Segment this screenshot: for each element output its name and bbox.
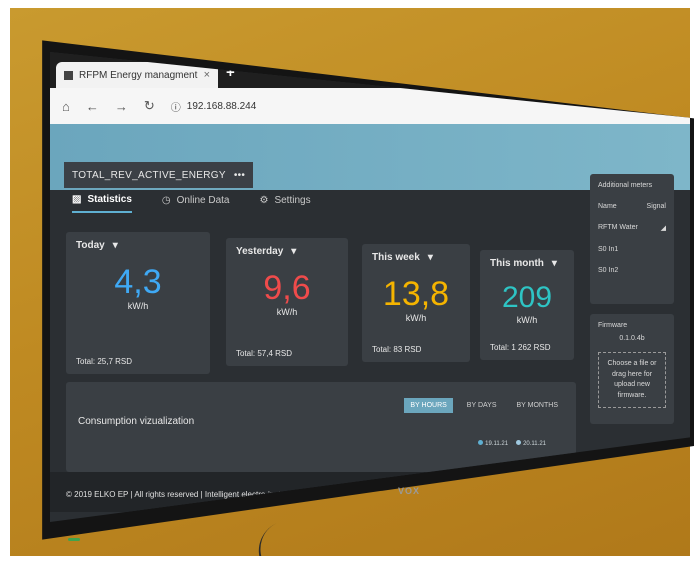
chevron-down-icon: ▾ <box>427 252 433 263</box>
card-unit: kW/h <box>127 301 149 311</box>
power-led <box>68 538 80 541</box>
card-unit: kW/h <box>516 315 538 325</box>
card-period-selector[interactable]: Today ▾ <box>76 240 200 251</box>
card-yesterday: Yesterday ▾ 9,6 kW/h Total: 57,4 RSD <box>226 238 348 366</box>
tab-statistics[interactable]: ▨ Statistics <box>72 194 132 213</box>
chevron-down-icon: ▾ <box>291 246 297 257</box>
card-period-selector[interactable]: This week ▾ <box>372 252 460 263</box>
panel-title: Firmware <box>598 322 628 329</box>
gear-icon: ⚙ <box>259 195 269 206</box>
viz-legend: 19.11.21 20.11.21 <box>478 440 546 447</box>
by-months-button[interactable]: BY MONTHS <box>511 398 565 413</box>
legend-label: 20.11.21 <box>523 441 546 447</box>
tab-online-data[interactable]: ◷ Online Data <box>162 194 230 213</box>
signal-icon: ◢ <box>660 225 666 232</box>
favicon-icon <box>64 70 73 80</box>
address-bar[interactable]: ⓘ 192.168.88.244 <box>171 99 257 114</box>
firmware-version: 0.1.0.4b <box>619 335 645 342</box>
card-total: Total: 1 262 RSD <box>490 343 551 352</box>
legend-item[interactable]: 19.11.21 <box>478 440 508 447</box>
card-value: 9,6 <box>263 269 311 307</box>
home-icon[interactable]: ⌂ <box>62 99 70 114</box>
card-value: 4,3 <box>114 263 162 301</box>
firmware-panel: Firmware 0.1.0.4b Choose a file or drag … <box>590 314 674 424</box>
meter-row[interactable]: RFTM Water ◢ <box>598 224 666 232</box>
legend-label: 19.11.21 <box>485 441 509 447</box>
card-total: Total: 25,7 RSD <box>76 357 133 366</box>
consumption-visualization: Consumption vizualization BY HOURS BY DA… <box>66 382 576 472</box>
legend-dot <box>516 440 522 445</box>
chart-icon: ▨ <box>72 194 82 205</box>
timer-icon: ◷ <box>161 195 171 206</box>
tv-cable <box>248 523 294 556</box>
card-total: Total: 83 RSD <box>372 345 422 354</box>
card-period-label: This month <box>490 258 544 269</box>
firmware-drop-zone[interactable]: Choose a file or drag here for upload ne… <box>598 352 666 408</box>
meter-row[interactable]: S0 In1 <box>598 246 666 253</box>
card-value: 209 <box>501 281 553 314</box>
main-nav: ▨ Statistics ◷ Online Data ⚙ Settings <box>72 194 311 213</box>
col-name: Name <box>598 203 617 210</box>
meter-name: RFTM Water <box>598 224 638 231</box>
info-icon: ⓘ <box>170 102 181 114</box>
chevron-down-icon: ▾ <box>112 240 118 251</box>
legend-dot <box>478 440 484 445</box>
viz-title: Consumption vizualization <box>78 416 195 427</box>
meter-name: S0 In2 <box>598 267 619 274</box>
meters-header: Name Signal <box>598 203 666 210</box>
card-total: Total: 57,4 RSD <box>236 349 293 358</box>
card-value: 13,8 <box>382 275 450 313</box>
by-hours-button[interactable]: BY HOURS <box>404 398 453 413</box>
viz-range-buttons: BY HOURS BY DAYS BY MONTHS <box>404 398 564 413</box>
card-period-label: This week <box>372 252 420 263</box>
tab-online-data-label: Online Data <box>176 195 230 206</box>
card-today: Today ▾ 4,3 kW/h Total: 25,7 RSD <box>66 232 210 374</box>
card-period-selector[interactable]: Yesterday ▾ <box>236 246 338 257</box>
card-unit: kW/h <box>405 313 427 323</box>
reload-icon[interactable]: ↻ <box>144 98 155 114</box>
card-this-month: This month ▾ 209 kW/h Total: 1 262 RSD <box>480 250 574 360</box>
meter-name: S0 In1 <box>598 246 619 253</box>
card-period-label: Today <box>76 240 105 251</box>
meter-row[interactable]: S0 In2 <box>598 267 666 274</box>
tv-brand-logo: VOX <box>398 486 421 496</box>
card-period-selector[interactable]: This month ▾ <box>490 258 564 269</box>
col-signal: Signal <box>646 203 666 210</box>
url-text: 192.168.88.244 <box>186 100 257 112</box>
register-label: TOTAL_REV_ACTIVE_ENERGY <box>72 169 226 181</box>
card-period-label: Yesterday <box>236 246 284 257</box>
register-menu-icon[interactable]: ••• <box>234 170 245 181</box>
forward-icon[interactable]: → <box>115 99 128 114</box>
tab-settings[interactable]: ⚙ Settings <box>259 194 310 213</box>
by-days-button[interactable]: BY DAYS <box>461 398 503 413</box>
tab-close-icon[interactable]: × <box>204 69 210 81</box>
tab-title: RFPM Energy managment <box>79 69 198 81</box>
card-unit: kW/h <box>276 307 298 317</box>
chevron-down-icon: ▾ <box>551 258 557 269</box>
register-selector[interactable]: TOTAL_REV_ACTIVE_ENERGY ••• <box>64 162 254 188</box>
tab-statistics-label: Statistics <box>87 194 132 205</box>
legend-item[interactable]: 20.11.21 <box>516 440 546 447</box>
panel-title: Additional meters <box>598 182 653 189</box>
back-icon[interactable]: ← <box>86 99 99 114</box>
additional-meters-panel: Additional meters Name Signal RFTM Water… <box>590 174 674 304</box>
card-this-week: This week ▾ 13,8 kW/h Total: 83 RSD <box>362 244 470 362</box>
tab-settings-label: Settings <box>274 195 311 206</box>
